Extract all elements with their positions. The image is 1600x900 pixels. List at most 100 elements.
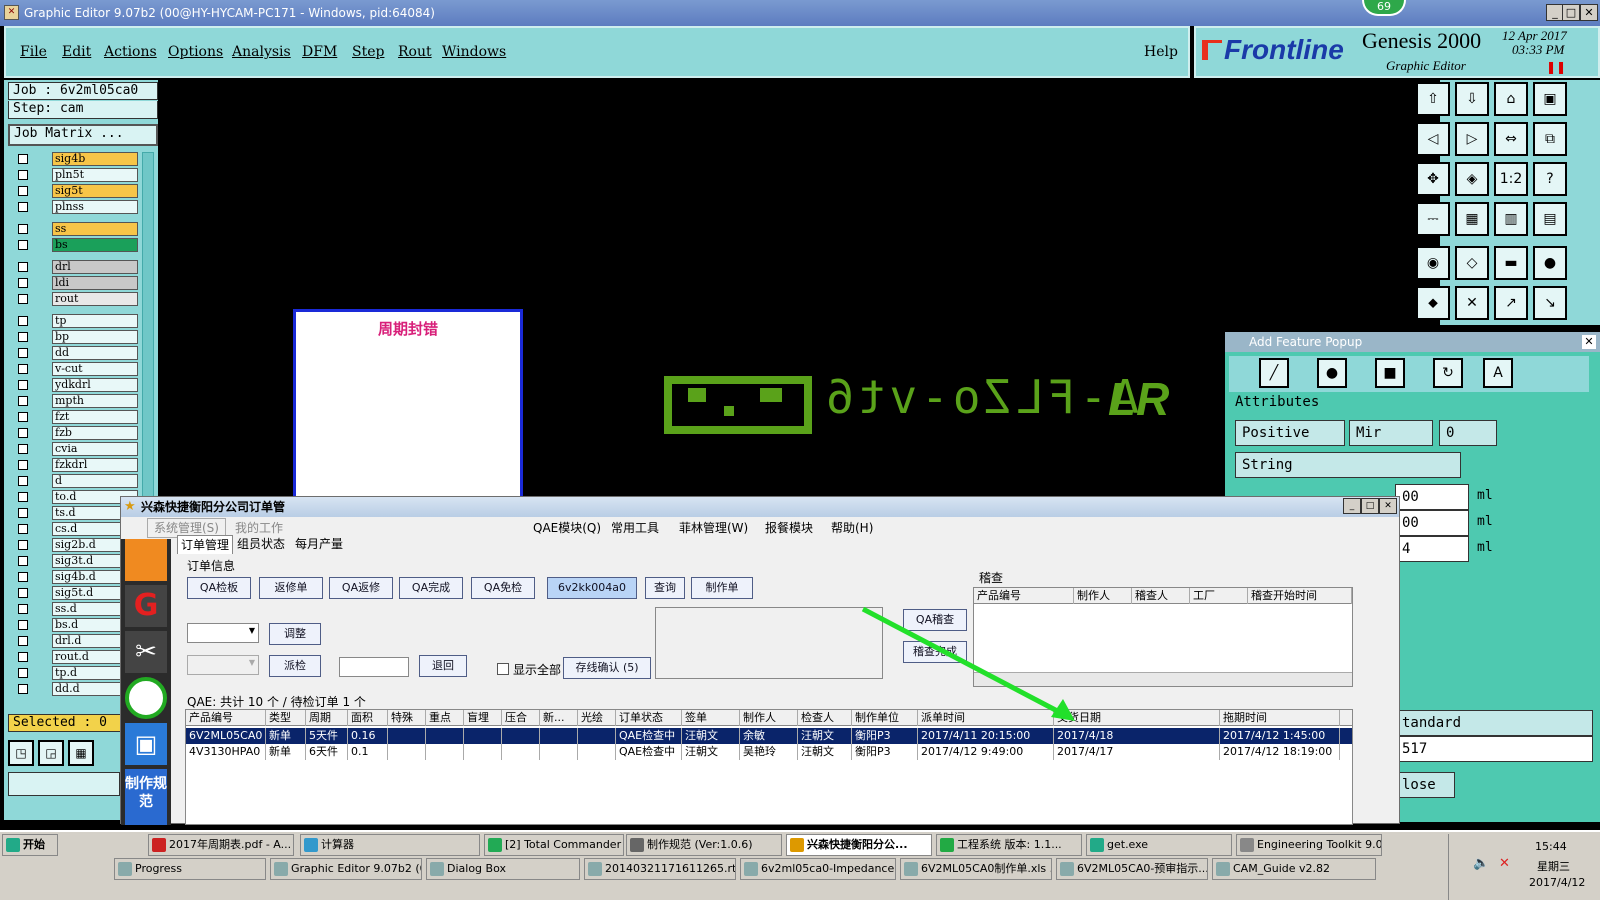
order-col-header[interactable]: 拖期时间 bbox=[1220, 710, 1340, 726]
layer-checkbox[interactable] bbox=[18, 604, 28, 614]
snap-icon[interactable]: ⧉ bbox=[1533, 122, 1567, 156]
adjust-button[interactable]: 调整 bbox=[269, 623, 321, 645]
layer-row-ss[interactable]: ss bbox=[12, 222, 138, 236]
taskbar-item[interactable]: 6v2ml05ca0-Impedance ... bbox=[740, 858, 896, 880]
layer-row-plnss[interactable]: plnss bbox=[12, 200, 138, 214]
layer-row-v-cut[interactable]: v-cut bbox=[12, 362, 138, 376]
dispatch-button[interactable]: 派检 bbox=[269, 655, 321, 677]
mirror-select[interactable]: Mir bbox=[1349, 420, 1433, 446]
taskbar-item[interactable]: 工程系统 版本: 1.1... bbox=[936, 834, 1082, 856]
layer-checkbox[interactable] bbox=[18, 170, 28, 180]
layer-checkbox[interactable] bbox=[18, 588, 28, 598]
camera-icon[interactable]: ◉ bbox=[1416, 246, 1450, 280]
taskbar-item[interactable]: Progress bbox=[114, 858, 266, 880]
confirm-button[interactable]: 存线确认 (5) bbox=[563, 657, 651, 679]
pie-app-icon[interactable] bbox=[125, 677, 167, 719]
surface-icon[interactable]: ■ bbox=[1375, 358, 1405, 388]
grid-icon[interactable]: ▦ bbox=[68, 740, 94, 766]
qa-board-button[interactable]: QA检板 bbox=[187, 577, 251, 599]
layer-row-rout.d[interactable]: rout.d bbox=[12, 650, 138, 664]
layer-checkbox[interactable] bbox=[18, 636, 28, 646]
line-icon[interactable]: ╱ bbox=[1259, 358, 1289, 388]
layer-row-cs.d[interactable]: cs.d bbox=[12, 522, 138, 536]
layer-checkbox[interactable] bbox=[18, 428, 28, 438]
center-icon[interactable]: ◈ bbox=[1455, 162, 1489, 196]
dot-icon[interactable]: ● bbox=[1533, 246, 1567, 280]
layer-checkbox[interactable] bbox=[18, 240, 28, 250]
qa-exempt-button[interactable]: QA免检 bbox=[471, 577, 535, 599]
save-icon[interactable]: ⇩ bbox=[1455, 82, 1489, 116]
menu-tools[interactable]: 常用工具 bbox=[611, 517, 659, 539]
layer-row-to.d[interactable]: to.d bbox=[12, 490, 138, 504]
layer-row-fzkdrl[interactable]: fzkdrl bbox=[12, 458, 138, 472]
layer-row-tp.d[interactable]: tp.d bbox=[12, 666, 138, 680]
order-col-header[interactable]: 盲埋 bbox=[464, 710, 502, 726]
layer-checkbox[interactable] bbox=[18, 620, 28, 630]
layer-row-ss.d[interactable]: ss.d bbox=[12, 602, 138, 616]
layer-row-pln5t[interactable]: pln5t bbox=[12, 168, 138, 182]
maximize-button[interactable]: □ bbox=[1562, 4, 1580, 21]
order-col-header[interactable]: 特殊 bbox=[388, 710, 426, 726]
layer-row-ydkdrl[interactable]: ydkdrl bbox=[12, 378, 138, 392]
measure-icon[interactable]: ⎓ bbox=[1416, 202, 1450, 236]
spec-button[interactable]: 制作规范 bbox=[125, 769, 167, 825]
order-col-header[interactable]: 周期 bbox=[306, 710, 348, 726]
menu-windows[interactable]: Windows bbox=[442, 44, 506, 60]
taskbar-item[interactable]: 制作规范 (Ver:1.0.6) bbox=[626, 834, 782, 856]
taskbar-item[interactable]: 20140321171611265.rtf... bbox=[584, 858, 736, 880]
volume-icon[interactable]: 🔈 bbox=[1473, 856, 1489, 871]
order-number-button[interactable]: 6v2kk004a0 bbox=[547, 577, 637, 599]
menu-analysis[interactable]: Analysis bbox=[232, 44, 291, 60]
layer-row-rout[interactable]: rout bbox=[12, 292, 138, 306]
layer-checkbox[interactable] bbox=[18, 476, 28, 486]
order-col-header[interactable]: 面积 bbox=[348, 710, 388, 726]
layer-row-tp[interactable]: tp bbox=[12, 314, 138, 328]
move-icon[interactable]: ✥ bbox=[1416, 162, 1450, 196]
layer-checkbox[interactable] bbox=[18, 332, 28, 342]
close-button[interactable]: ✕ bbox=[1580, 4, 1598, 21]
order-col-header[interactable]: 重点 bbox=[426, 710, 464, 726]
order-col-header[interactable]: 产品编号 bbox=[186, 710, 266, 726]
cross-icon[interactable]: ✕ bbox=[1455, 286, 1489, 320]
taskbar-item[interactable]: 6V2ML05CA0-预审指示... bbox=[1056, 858, 1208, 880]
layer-checkbox[interactable] bbox=[18, 262, 28, 272]
tab-monthly[interactable]: 每月产量 bbox=[295, 535, 343, 553]
select-icon[interactable]: ◇ bbox=[1455, 246, 1489, 280]
layer-row-bp[interactable]: bp bbox=[12, 330, 138, 344]
layer-row-sig4b[interactable]: sig4b bbox=[12, 152, 138, 166]
layer-checkbox[interactable] bbox=[18, 572, 28, 582]
route-icon[interactable]: ↘ bbox=[1533, 286, 1567, 320]
font-select[interactable]: tandard bbox=[1395, 710, 1593, 736]
text-input[interactable]: 517 bbox=[1395, 736, 1593, 762]
layer-row-ts.d[interactable]: ts.d bbox=[12, 506, 138, 520]
menu-dfm[interactable]: DFM bbox=[302, 44, 337, 60]
pause-icon[interactable]: ❚❚ bbox=[1546, 60, 1566, 74]
audit-col-header[interactable]: 稽查开始时间 bbox=[1248, 588, 1352, 604]
layer-row-drl.d[interactable]: drl.d bbox=[12, 634, 138, 648]
return-button[interactable]: 退回 bbox=[419, 655, 467, 677]
layer-checkbox[interactable] bbox=[18, 380, 28, 390]
dialog-maximize-button[interactable]: □ bbox=[1361, 498, 1379, 514]
query-button[interactable]: 查询 bbox=[645, 577, 685, 599]
layer-row-cvia[interactable]: cvia bbox=[12, 442, 138, 456]
layer-row-bs[interactable]: bs bbox=[12, 238, 138, 252]
tab-orders[interactable]: 订单管理 bbox=[177, 535, 234, 554]
open-icon[interactable]: ⇧ bbox=[1416, 82, 1450, 116]
tab-members[interactable]: 组员状态 bbox=[237, 535, 285, 553]
taskbar-item[interactable]: Engineering Toolkit 9.0... bbox=[1236, 834, 1382, 856]
job-matrix-button[interactable]: Job Matrix ... bbox=[8, 124, 158, 146]
taskbar-item[interactable]: 兴森快捷衡阳分公... bbox=[786, 834, 932, 856]
zoom-fit-icon[interactable]: ◲ bbox=[38, 740, 64, 766]
layer-checkbox[interactable] bbox=[18, 278, 28, 288]
taskbar-item[interactable]: Graphic Editor 9.07b2 (0... bbox=[270, 858, 422, 880]
zoom-window-icon[interactable]: ◳ bbox=[8, 740, 34, 766]
status-dropdown[interactable]: ▼ bbox=[187, 623, 259, 643]
layer-checkbox[interactable] bbox=[18, 684, 28, 694]
menu-help[interactable]: Help bbox=[1144, 44, 1178, 60]
notes-area[interactable] bbox=[655, 607, 883, 679]
layer-checkbox[interactable] bbox=[18, 652, 28, 662]
layer-checkbox[interactable] bbox=[18, 412, 28, 422]
layer-checkbox[interactable] bbox=[18, 316, 28, 326]
layer-checkbox[interactable] bbox=[18, 294, 28, 304]
layer-row-dd.d[interactable]: dd.d bbox=[12, 682, 138, 696]
